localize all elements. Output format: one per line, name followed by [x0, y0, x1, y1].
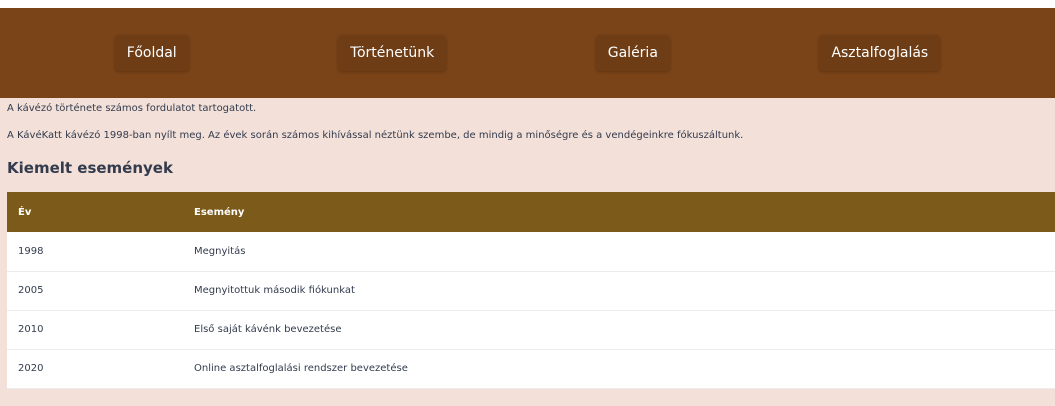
- main-content: A kávézó története számos fordulatot tar…: [0, 103, 1055, 177]
- cell-event: Online asztalfoglalási rendszer bevezeté…: [194, 363, 408, 374]
- nav-home[interactable]: Főoldal: [114, 35, 189, 71]
- header-event: Esemény: [194, 206, 245, 218]
- cell-event: Megnyitottuk második fiókunkat: [194, 285, 355, 296]
- nav-gallery[interactable]: Galéria: [595, 35, 670, 71]
- events-table-body: 1998 Megnyitás 2005 Megnyitottuk második…: [7, 232, 1055, 388]
- section-title: Kiemelt események: [7, 159, 173, 177]
- intro-text: A kávézó története számos fordulatot tar…: [7, 103, 257, 114]
- events-table: Év Esemény 1998 Megnyitás 2005 Megnyitot…: [7, 192, 1055, 389]
- cell-year: 2010: [18, 324, 44, 335]
- events-table-header: Év Esemény: [7, 192, 1055, 232]
- cell-year: 2020: [18, 363, 44, 374]
- table-row: 1998 Megnyitás: [7, 232, 1055, 271]
- table-row: 2010 Első saját kávénk bevezetése: [7, 310, 1055, 349]
- cell-year: 2005: [18, 285, 44, 296]
- nav-history[interactable]: Történetünk: [338, 35, 447, 71]
- table-header-row: Év Esemény: [7, 192, 1055, 232]
- table-row: 2005 Megnyitottuk második fiókunkat: [7, 271, 1055, 310]
- header-year: Év: [18, 206, 32, 218]
- cell-event: Megnyitás: [194, 245, 246, 257]
- top-navbar: Főoldal Történetünk Galéria Asztalfoglal…: [0, 8, 1055, 98]
- cell-year: 1998: [18, 245, 44, 257]
- history-paragraph: A KávéKatt kávézó 1998-ban nyílt meg. Az…: [7, 130, 744, 141]
- nav-booking[interactable]: Asztalfoglalás: [819, 35, 941, 71]
- table-row: 2020 Online asztalfoglalási rendszer bev…: [7, 349, 1055, 388]
- cell-event: Első saját kávénk bevezetése: [194, 324, 342, 335]
